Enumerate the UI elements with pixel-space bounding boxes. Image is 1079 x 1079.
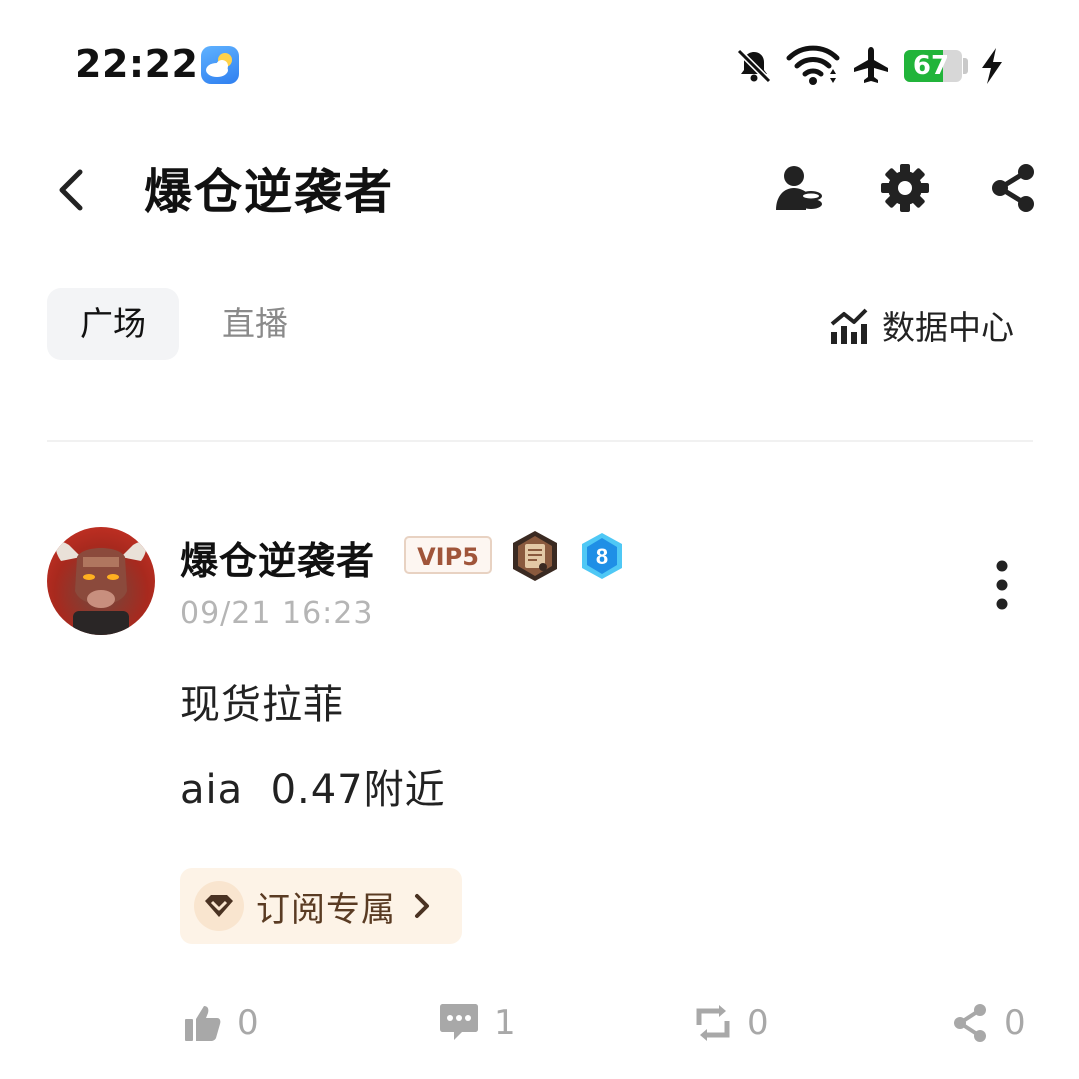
data-center-label: 数据中心 — [882, 308, 1014, 347]
share-icon[interactable] — [988, 162, 1038, 214]
like-count: 0 — [237, 1003, 259, 1043]
comment-icon — [440, 1004, 478, 1040]
level-number: 8 — [596, 544, 608, 569]
more-options-icon[interactable] — [985, 558, 1019, 614]
thumbs-up-icon — [185, 1006, 221, 1041]
comment-count: 1 — [494, 1003, 516, 1043]
repost-button[interactable]: 0 — [693, 998, 769, 1048]
vip-badge: VIP5 — [404, 536, 492, 574]
data-center-link[interactable]: 数据中心 — [828, 300, 1014, 350]
gear-icon[interactable] — [880, 163, 930, 213]
level-badge: 8 — [582, 533, 622, 579]
repost-count: 0 — [747, 1003, 769, 1043]
weather-app-icon — [201, 46, 239, 84]
mute-bell-icon — [736, 48, 772, 84]
user-coin-icon[interactable] — [774, 162, 824, 212]
share-icon — [954, 1004, 986, 1042]
tab-square[interactable]: 广场 — [47, 288, 179, 360]
chevron-right-icon — [415, 894, 429, 918]
share-count-button[interactable]: 0 — [950, 998, 1026, 1048]
divider — [47, 440, 1033, 442]
battery-level-text: 67 — [912, 51, 950, 81]
post-content-line: aia 0.47附近 — [180, 767, 446, 813]
share-count: 0 — [1004, 1003, 1026, 1043]
chart-icon — [830, 308, 868, 344]
like-button[interactable]: 0 — [183, 998, 259, 1048]
back-icon[interactable] — [52, 168, 92, 212]
diamond-heart-icon — [194, 881, 244, 931]
scroll-badge-icon — [513, 531, 557, 581]
status-time: 22:22 — [75, 42, 199, 86]
charging-bolt-icon — [982, 48, 1002, 84]
post-timestamp: 09/21 16:23 — [180, 596, 374, 631]
airplane-icon — [854, 47, 888, 83]
comment-button[interactable]: 1 — [438, 998, 516, 1048]
subscribe-exclusive-button[interactable]: 订阅专属 — [180, 868, 462, 944]
avatar[interactable] — [47, 527, 155, 635]
post-content-line: 现货拉菲 — [180, 682, 344, 728]
page-title: 爆仓逆袭者 — [144, 164, 395, 220]
repost-icon — [696, 1005, 730, 1041]
battery-cap — [963, 58, 968, 74]
tab-live[interactable]: 直播 — [222, 288, 288, 360]
post-username[interactable]: 爆仓逆袭者 — [180, 530, 375, 585]
battery-indicator: 67 — [904, 50, 962, 82]
subscribe-label: 订阅专属 — [256, 889, 396, 930]
wifi-icon — [786, 45, 840, 85]
